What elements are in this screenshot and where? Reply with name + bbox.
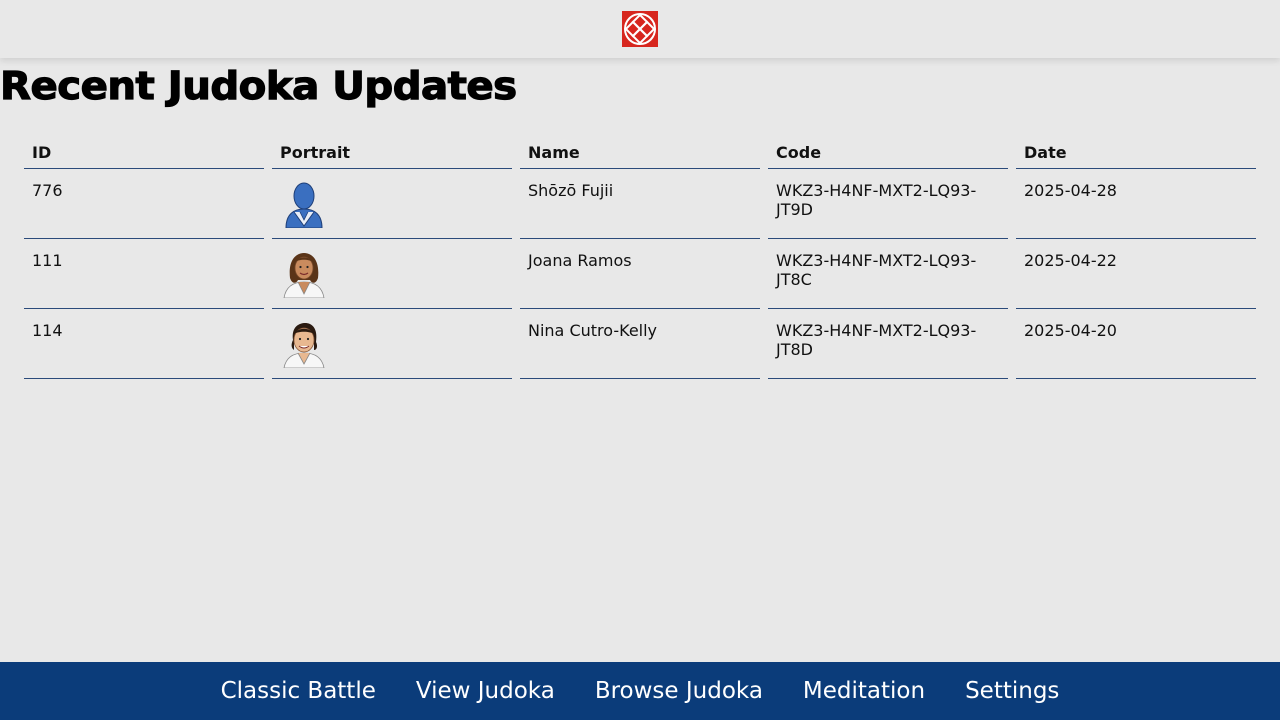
judoka-updates-table: ID Portrait Name Code Date 776 Shōzō Fuj…: [24, 140, 1256, 379]
nav-meditation[interactable]: Meditation: [803, 678, 925, 704]
table-row: 776 Shōzō Fujii WKZ3-H4NF-MXT2-LQ93-JT9D…: [24, 169, 1256, 239]
judoka-date: 2025-04-20: [1016, 309, 1256, 379]
placeholder-silhouette-portrait: [285, 182, 323, 228]
column-header-code: Code: [768, 140, 1008, 169]
judoka-code: WKZ3-H4NF-MXT2-LQ93-JT8C: [768, 239, 1008, 309]
judoka-date: 2025-04-22: [1016, 239, 1256, 309]
nav-classic-battle[interactable]: Classic Battle: [221, 678, 376, 704]
judo-knot-logo-icon[interactable]: [622, 11, 658, 47]
page-title: Recent Judoka Updates: [0, 63, 518, 108]
judoka-date: 2025-04-28: [1016, 169, 1256, 239]
portrait-cell: [272, 239, 512, 309]
long-hair-judoka-portrait: [283, 253, 325, 298]
top-bar: [0, 0, 1280, 58]
short-hair-judoka-portrait: [283, 323, 325, 368]
judoka-name: Nina Cutro-Kelly: [520, 309, 760, 379]
judoka-id: 114: [24, 309, 264, 379]
nav-view-judoka[interactable]: View Judoka: [416, 678, 555, 704]
table-row: 114 Nina Cutro-Kelly WKZ3-H4NF-MXT2-LQ93…: [24, 309, 1256, 379]
judoka-code: WKZ3-H4NF-MXT2-LQ93-JT8D: [768, 309, 1008, 379]
table-header-row: ID Portrait Name Code Date: [24, 140, 1256, 169]
portrait-cell: [272, 309, 512, 379]
judoka-id: 111: [24, 239, 264, 309]
column-header-name: Name: [520, 140, 760, 169]
judoka-code: WKZ3-H4NF-MXT2-LQ93-JT9D: [768, 169, 1008, 239]
nav-settings[interactable]: Settings: [965, 678, 1059, 704]
bottom-nav: Classic Battle View Judoka Browse Judoka…: [0, 662, 1280, 720]
judoka-name: Joana Ramos: [520, 239, 760, 309]
column-header-portrait: Portrait: [272, 140, 512, 169]
judoka-id: 776: [24, 169, 264, 239]
table-row: 111 Joana Ramos WKZ3-H4NF-MXT2-LQ93-JT8C…: [24, 239, 1256, 309]
nav-browse-judoka[interactable]: Browse Judoka: [595, 678, 763, 704]
column-header-id: ID: [24, 140, 264, 169]
column-header-date: Date: [1016, 140, 1256, 169]
judoka-name: Shōzō Fujii: [520, 169, 760, 239]
portrait-cell: [272, 169, 512, 239]
